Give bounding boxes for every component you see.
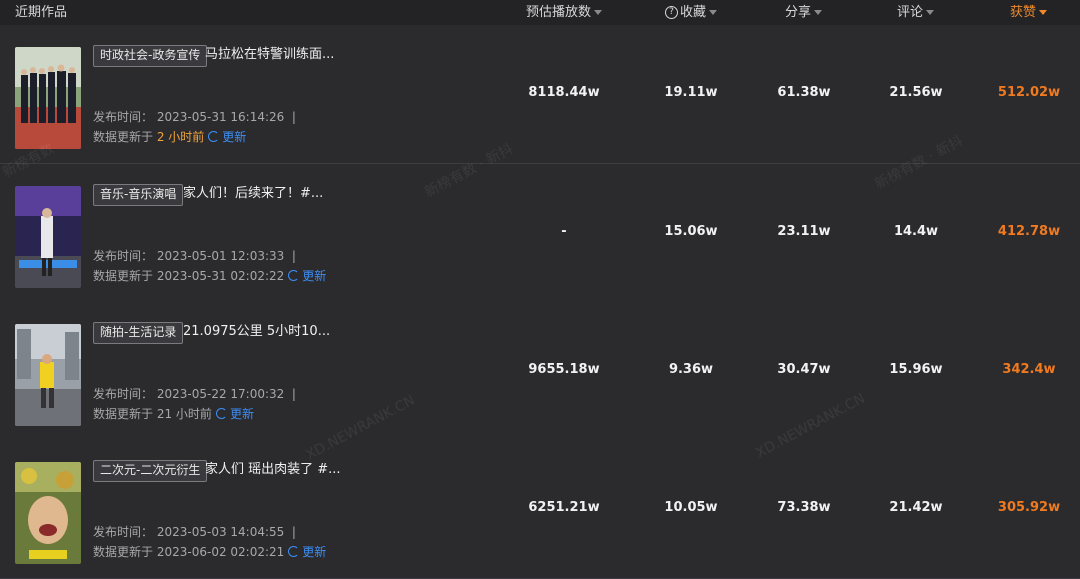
play-count: 8118.44w [528, 85, 600, 100]
category-tag[interactable]: 时政社会-政务宣传 [93, 45, 208, 67]
table-row[interactable]: 音乐-音乐演唱 家人们！后续来了！#... 发布时间： 2023-05-01 1… [0, 164, 1080, 303]
share-count: 73.38w [777, 500, 831, 515]
refresh-icon [215, 408, 227, 419]
sort-favorites[interactable]: ? 收藏 [665, 0, 718, 25]
table-row[interactable]: 随拍-生活记录 21.0975公里 5小时10... 发布时间： 2023-05… [0, 302, 1080, 441]
comment-count: 21.42w [889, 500, 943, 515]
refresh-button[interactable]: 更新 [215, 407, 254, 421]
video-title[interactable]: 马拉松在特警训练面... [205, 45, 334, 65]
category-tag[interactable]: 随拍-生活记录 [93, 322, 184, 344]
sort-likes[interactable]: 获赞 [1010, 0, 1048, 25]
table-row[interactable]: 二次元-二次元衍生 家人们 瑶出肉装了 #... 发布时间： 2023-05-0… [0, 440, 1080, 579]
video-thumbnail[interactable] [15, 47, 81, 149]
sort-arrow-icon [709, 10, 718, 15]
publish-time: 发布时间： 2023-05-01 12:03:33 | [93, 249, 296, 263]
video-thumbnail[interactable] [15, 324, 81, 426]
share-count: 61.38w [777, 85, 831, 100]
sort-arrow-icon [814, 10, 823, 15]
video-title[interactable]: 家人们！后续来了！#... [183, 184, 323, 204]
video-thumbnail[interactable] [15, 462, 81, 564]
table-row[interactable]: 时政社会-政务宣传 马拉松在特警训练面... 发布时间： 2023-05-31 … [0, 25, 1080, 164]
data-update-info: 数据更新于 2023-05-31 02:02:22 更新 [93, 269, 327, 283]
table-header: 近期作品 预估播放数 ? 收藏 分享 评论 获赞 [0, 0, 1080, 25]
refresh-button[interactable]: 更新 [288, 269, 326, 283]
comment-count: 21.56w [889, 85, 943, 100]
data-update-info: 数据更新于 21 小时前 更新 [93, 407, 254, 421]
publish-time: 发布时间： 2023-05-22 17:00:32 | [93, 387, 296, 401]
like-count: 512.02w [997, 85, 1061, 100]
favorite-count: 10.05w [664, 500, 718, 515]
refresh-button[interactable]: 更新 [208, 130, 246, 144]
share-count: 23.11w [777, 224, 831, 239]
help-icon[interactable]: ? [665, 6, 678, 19]
sort-arrow-down-active-icon [1039, 10, 1048, 15]
sort-comments[interactable]: 评论 [897, 0, 935, 25]
like-count: 342.4w [1002, 362, 1056, 377]
sort-shares[interactable]: 分享 [785, 0, 823, 25]
play-count: - [561, 224, 567, 239]
refresh-icon [288, 270, 300, 281]
data-update-info: 数据更新于 2023-06-02 02:02:21 更新 [93, 545, 327, 559]
refresh-icon [208, 131, 220, 142]
sort-arrow-icon [926, 10, 935, 15]
like-count: 412.78w [997, 224, 1061, 239]
recent-works-label: 近期作品 [15, 5, 68, 20]
favorite-count: 19.11w [664, 85, 718, 100]
favorite-count: 9.36w [668, 362, 714, 377]
favorite-count: 15.06w [664, 224, 718, 239]
video-thumbnail[interactable] [15, 186, 81, 288]
publish-time: 发布时间： 2023-05-03 14:04:55 | [93, 525, 296, 539]
video-title[interactable]: 家人们 瑶出肉装了 #... [205, 460, 341, 480]
sort-arrow-icon [594, 10, 603, 15]
comment-count: 14.4w [893, 224, 939, 239]
play-count: 6251.21w [528, 500, 600, 515]
play-count: 9655.18w [528, 362, 600, 377]
share-count: 30.47w [777, 362, 831, 377]
video-title[interactable]: 21.0975公里 5小时10... [183, 322, 330, 342]
sort-play-count[interactable]: 预估播放数 [526, 0, 603, 25]
like-count: 305.92w [997, 500, 1061, 515]
category-tag[interactable]: 音乐-音乐演唱 [93, 184, 184, 206]
refresh-button[interactable]: 更新 [288, 545, 326, 559]
publish-time: 发布时间： 2023-05-31 16:14:26 | [93, 110, 296, 124]
refresh-icon [288, 546, 300, 557]
comment-count: 15.96w [889, 362, 943, 377]
data-update-info: 数据更新于 2 小时前 更新 [93, 130, 247, 144]
category-tag[interactable]: 二次元-二次元衍生 [93, 460, 208, 482]
